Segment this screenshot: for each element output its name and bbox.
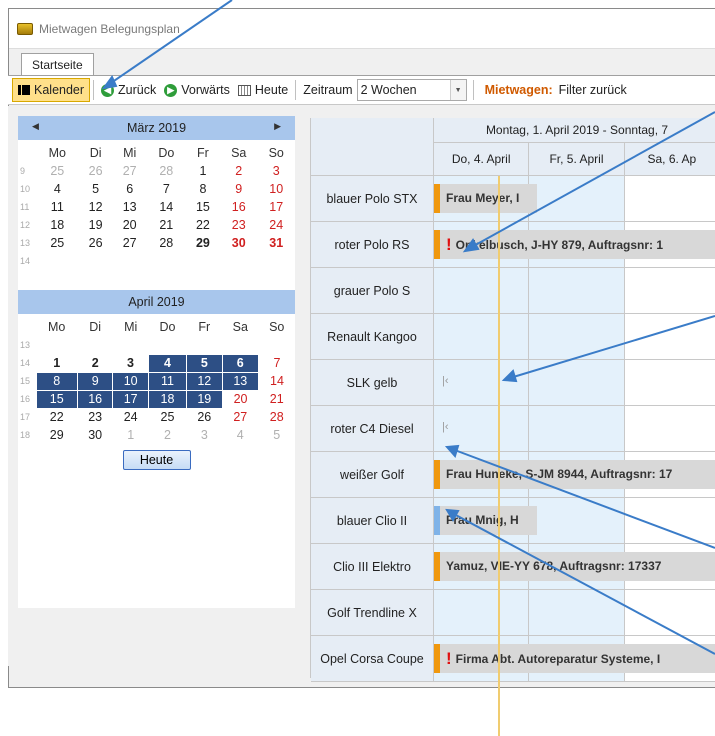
vehicle-row-label[interactable]: grauer Polo S bbox=[311, 268, 434, 314]
vehicle-row-label[interactable]: Golf Trendline X bbox=[311, 590, 434, 636]
booking-row[interactable]: Frau Huneke, S-JM 8944, Auftragsnr: 17 bbox=[434, 452, 715, 498]
booking-row[interactable] bbox=[434, 314, 715, 360]
separator bbox=[93, 80, 95, 100]
toolbar: Kalender ◀ Zurück ▶ Vorwärts Heute Zeitrau… bbox=[8, 75, 715, 105]
week-row: 12 18 19 20 21 22 23 24 bbox=[20, 218, 284, 232]
week-row: 14 bbox=[20, 256, 31, 266]
tab-strip: Startseite bbox=[9, 49, 715, 76]
booking-row[interactable]: Yamuz, VIE-YY 678, Auftragsnr: 17337 bbox=[434, 544, 715, 590]
week-row: 16 15 16 17 18 19 20 21 bbox=[20, 389, 284, 409]
month-header-april: April 2019 bbox=[18, 290, 295, 314]
prev-month-icon[interactable]: ◀ bbox=[32, 121, 39, 132]
week-row: 13 25 26 27 28 29 30 31 bbox=[20, 236, 284, 250]
booking-row[interactable]: ! Firma Abt. Autoreparatur Systeme, I bbox=[434, 636, 715, 682]
week-row: 18 29 30 1 2 3 4 5 bbox=[20, 428, 281, 442]
month-grid-march: Mo Di Mi Do Fr Sa So 9 25 26 27 28 1 2 3 10 4 5 6 7 8 9 10 1… bbox=[18, 144, 295, 270]
calendar-icon bbox=[237, 84, 251, 96]
exclamation-icon: ! bbox=[446, 235, 452, 254]
filter-reset-link[interactable]: Filter zurück bbox=[559, 83, 627, 97]
booking-bar[interactable]: ! Firma Abt. Autoreparatur Systeme, I bbox=[434, 644, 715, 673]
range-start-marker-icon: |‹ bbox=[442, 421, 449, 433]
day-header-row: Do, 4. April Fr, 5. April Sa, 6. Ap bbox=[434, 143, 715, 176]
booking-row[interactable]: |‹ bbox=[434, 360, 715, 406]
app-icon bbox=[17, 22, 33, 35]
booking-row[interactable]: Frau Mnig, H bbox=[434, 498, 715, 544]
week-row: 13 bbox=[20, 340, 31, 350]
week-row: 17 22 23 24 25 26 27 28 bbox=[20, 410, 284, 425]
vehicle-column-header bbox=[311, 118, 434, 176]
heute-button[interactable]: Heute bbox=[122, 450, 191, 470]
booking-row[interactable]: |‹ bbox=[434, 406, 715, 452]
vehicle-row-label[interactable]: Opel Corsa Coupe bbox=[311, 636, 434, 682]
vehicle-row-label[interactable]: roter Polo RS bbox=[311, 222, 434, 268]
vehicle-row-label[interactable]: roter C4 Diesel bbox=[311, 406, 434, 452]
vehicle-row-label[interactable]: Clio III Elektro bbox=[311, 544, 434, 590]
week-row: 15 8 9 10 11 12 13 14 bbox=[20, 371, 284, 391]
zeitraum-label: Zeitraum bbox=[303, 83, 353, 97]
booking-bar[interactable]: Frau Meyer, I bbox=[434, 184, 537, 213]
kalender-button[interactable]: Kalender bbox=[12, 78, 91, 102]
vehicle-column: blauer Polo STX roter Polo RS grauer Pol… bbox=[311, 118, 434, 682]
booking-bar[interactable]: Frau Huneke, S-JM 8944, Auftragsnr: 17 bbox=[434, 460, 715, 489]
mietwagen-label: Mietwagen: bbox=[484, 83, 553, 97]
separator bbox=[472, 80, 474, 100]
booking-bar[interactable]: Yamuz, VIE-YY 678, Auftragsnr: 17337 bbox=[434, 552, 715, 581]
range-title: Montag, 1. April 2019 - Sonntag, 7 bbox=[434, 118, 715, 143]
zeitraum-select[interactable]: 2 Wochen ▼ bbox=[356, 79, 467, 101]
exclamation-icon: ! bbox=[446, 649, 452, 668]
vehicle-row-label[interactable]: blauer Clio II bbox=[311, 498, 434, 544]
booking-bar[interactable]: Frau Mnig, H bbox=[434, 506, 537, 535]
booking-bar[interactable]: ! Onkelbusch, J-HY 879, Auftragsnr: 1 bbox=[434, 230, 715, 259]
booking-row[interactable] bbox=[434, 268, 715, 314]
forward-button[interactable]: ▶ Vorwärts bbox=[160, 78, 234, 102]
booking-row[interactable]: ! Onkelbusch, J-HY 879, Auftragsnr: 1 bbox=[434, 222, 715, 268]
week-row: 10 4 5 6 7 8 9 10 bbox=[20, 182, 284, 196]
vehicle-row-label[interactable]: blauer Polo STX bbox=[311, 176, 434, 222]
today-line bbox=[498, 176, 500, 736]
tab-startseite[interactable]: Startseite bbox=[21, 53, 94, 76]
month-grid-april: Mo Di Mi Do Fr Sa So 13 14 1 2 3 4 5 6 7 15 8 9 10 11 12 13… bbox=[18, 318, 295, 444]
calendar-list-icon bbox=[18, 85, 30, 95]
today-button[interactable]: Heute bbox=[234, 78, 292, 102]
week-row: 11 11 12 13 14 15 16 17 bbox=[20, 200, 284, 214]
arrow-right-icon: ▶ bbox=[164, 83, 178, 97]
booking-grid: blauer Polo STX roter Polo RS grauer Pol… bbox=[310, 118, 715, 736]
back-button[interactable]: ◀ Zurück bbox=[97, 78, 160, 102]
window-title: Mietwagen Belegungsplan bbox=[39, 21, 180, 36]
left-panel: ◀ März 2019 ▶ Mo Di Mi Do Fr Sa So 9 25 26 27 28 1 2… bbox=[8, 106, 304, 666]
next-month-icon[interactable]: ▶ bbox=[274, 121, 281, 132]
range-start-marker-icon: |‹ bbox=[442, 375, 449, 387]
mini-calendar: ◀ März 2019 ▶ Mo Di Mi Do Fr Sa So 9 25 26 27 28 1 2… bbox=[18, 116, 295, 608]
week-row: 14 1 2 3 4 5 6 7 bbox=[20, 353, 281, 373]
booking-row[interactable] bbox=[434, 590, 715, 636]
arrow-left-icon: ◀ bbox=[101, 83, 115, 97]
month-header-march: ◀ März 2019 ▶ bbox=[18, 116, 295, 140]
separator bbox=[295, 80, 297, 100]
chevron-down-icon[interactable]: ▼ bbox=[449, 80, 466, 100]
day-header: Do, 4. April bbox=[434, 143, 530, 175]
day-area: Montag, 1. April 2019 - Sonntag, 7 Do, 4… bbox=[434, 118, 715, 682]
vehicle-row-label[interactable]: Renault Kangoo bbox=[311, 314, 434, 360]
vehicle-row-label[interactable]: weißer Golf bbox=[311, 452, 434, 498]
booking-row[interactable]: Frau Meyer, I bbox=[434, 176, 715, 222]
day-header: Fr, 5. April bbox=[529, 143, 625, 175]
vehicle-row-label[interactable]: SLK gelb bbox=[311, 360, 434, 406]
day-header: Sa, 6. Ap bbox=[625, 143, 715, 175]
title-bar: Mietwagen Belegungsplan bbox=[9, 9, 715, 49]
week-row: 9 25 26 27 28 1 2 3 bbox=[20, 164, 280, 178]
